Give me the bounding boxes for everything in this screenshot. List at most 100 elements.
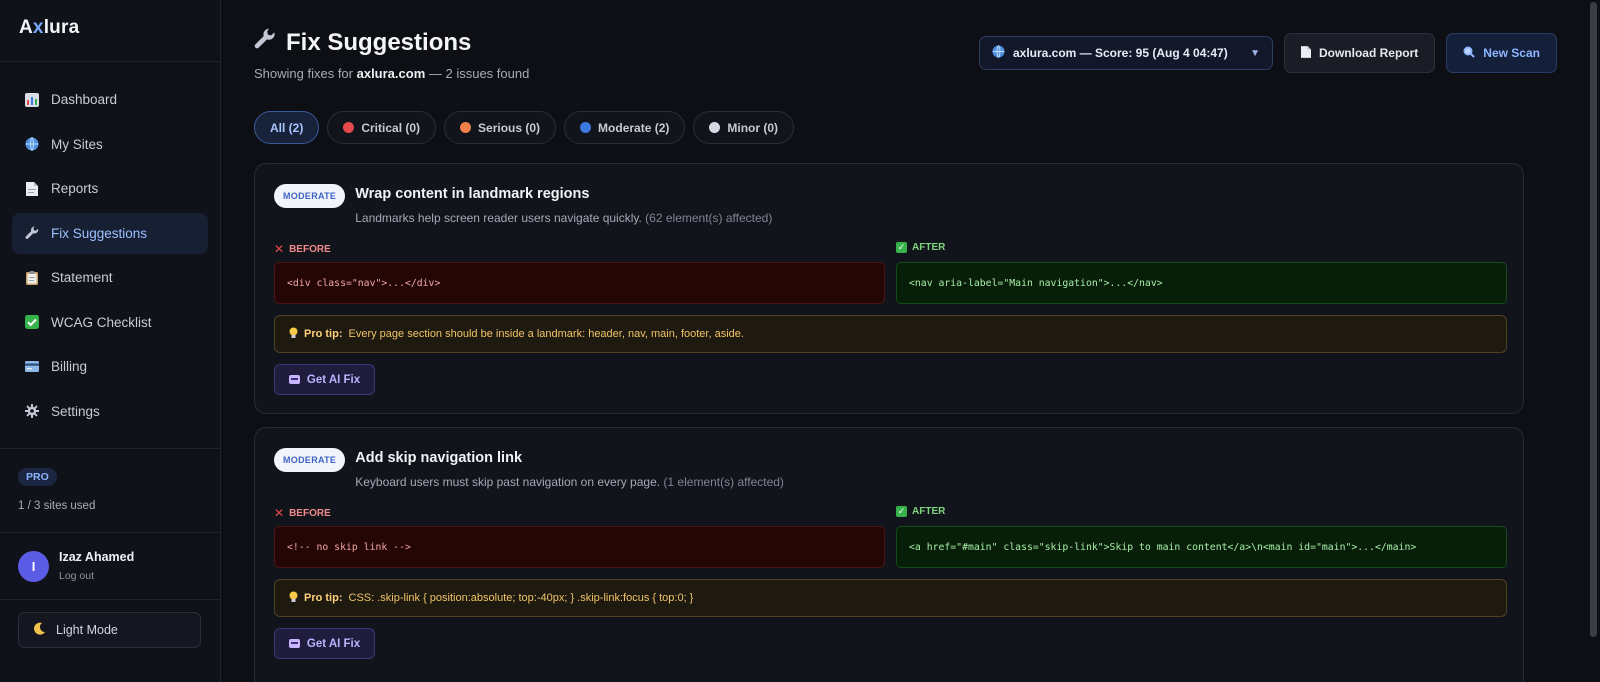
filter-all[interactable]: All (2) <box>254 111 320 144</box>
chart-icon <box>24 92 40 108</box>
sidebar-item-wcag-checklist[interactable]: WCAG Checklist <box>12 302 208 343</box>
issue-text: Add skip navigation link Keyboard users … <box>355 448 784 489</box>
sidebar-item-label: Billing <box>51 359 88 374</box>
sidebar-item-statement[interactable]: Statement <box>12 257 208 298</box>
brand-suffix: lura <box>43 17 80 38</box>
new-scan-button[interactable]: New Scan <box>1446 33 1557 73</box>
minor-dot-icon <box>709 122 721 133</box>
subtitle-site: axlura.com <box>356 66 426 81</box>
issue-description-text: Landmarks help screen reader users navig… <box>355 211 642 225</box>
after-label: ✓ AFTER <box>896 242 945 253</box>
filter-moderate[interactable]: Moderate (2) <box>564 111 686 144</box>
user-profile: I Izaz Ahamed Log out <box>0 532 220 600</box>
user-name: Izaz Ahamed <box>59 550 135 564</box>
moderate-dot-icon <box>580 122 592 133</box>
filter-minor[interactable]: Minor (0) <box>693 111 795 144</box>
sidebar-item-label: Fix Suggestions <box>51 225 148 241</box>
sidebar-item-settings[interactable]: Settings <box>12 391 208 432</box>
issue-header: MODERATE Wrap content in landmark region… <box>274 184 772 225</box>
plan-usage: 1 / 3 sites used <box>18 500 96 512</box>
brand-logo[interactable]: Axlura <box>0 0 220 62</box>
clipboard-icon <box>24 270 40 286</box>
sidebar-nav: Dashboard My Sites Reports Fix Suggestio… <box>0 62 220 435</box>
cross-icon: ✕ <box>274 242 285 256</box>
filter-label: Moderate (2) <box>598 120 670 135</box>
sidebar-item-fix-suggestions[interactable]: Fix Suggestions <box>12 212 208 254</box>
filter-label: Serious (0) <box>478 120 541 135</box>
logout-link[interactable]: Log out <box>59 570 134 582</box>
filter-label: All (2) <box>270 120 304 135</box>
issue-description: Landmarks help screen reader users navig… <box>355 211 772 225</box>
after-label: ✓ AFTER <box>896 506 945 517</box>
avatar[interactable]: I <box>18 550 49 582</box>
critical-dot-icon <box>343 122 355 133</box>
sidebar-item-label: Settings <box>51 403 100 419</box>
sidebar-item-dashboard[interactable]: Dashboard <box>12 79 208 120</box>
issue-title: Add skip navigation link <box>355 450 523 466</box>
sidebar-item-label: Statement <box>51 270 113 285</box>
plan-badge: PRO <box>18 468 57 486</box>
card-icon <box>24 359 40 375</box>
site-select[interactable]: axlura.com — Score: 95 (Aug 4 04:47) ▼ <box>978 36 1273 70</box>
before-code: <!-- no skip link --> <box>274 526 885 568</box>
subtitle-prefix: Showing fixes for <box>254 66 357 81</box>
pro-tip-label: Pro tip: <box>304 592 343 604</box>
pro-tip: Pro tip: CSS: .skip-link { position:abso… <box>274 579 1507 617</box>
before-label: ✕ BEFORE <box>274 506 331 520</box>
get-ai-fix-label: Get AI Fix <box>306 373 361 386</box>
get-ai-fix-label: Get AI Fix <box>306 637 361 650</box>
page-title-text: Fix Suggestions <box>286 28 472 56</box>
filter-critical[interactable]: Critical (0) <box>327 111 437 144</box>
robot-icon <box>288 639 300 648</box>
after-label-text: AFTER <box>912 242 946 253</box>
brand-prefix: A <box>19 17 33 38</box>
issue-title: Wrap content in landmark regions <box>355 186 590 202</box>
affected-count: (1 element(s) affected) <box>663 475 784 489</box>
sidebar-item-label: Reports <box>51 181 99 196</box>
before-label-text: BEFORE <box>289 507 331 519</box>
get-ai-fix-button[interactable]: Get AI Fix <box>274 364 375 395</box>
issue-text: Wrap content in landmark regions Landmar… <box>355 184 772 225</box>
app: Axlura Dashboard My Sites Reports Fix Su… <box>0 0 1600 682</box>
subtitle-suffix: — 2 issues found <box>425 66 530 81</box>
sidebar-item-label: WCAG Checklist <box>51 314 152 330</box>
filter-label: Minor (0) <box>727 120 779 135</box>
theme-toggle-button[interactable]: Light Mode <box>18 612 201 648</box>
main-content: Fix Suggestions Showing fixes for axlura… <box>221 0 1600 682</box>
sidebar: Axlura Dashboard My Sites Reports Fix Su… <box>0 0 221 682</box>
sidebar-item-my-sites[interactable]: My Sites <box>12 124 208 165</box>
user-info: Izaz Ahamed Log out <box>59 550 134 582</box>
scrollbar-thumb[interactable] <box>1590 2 1597 637</box>
issue-description-text: Keyboard users must skip past navigation… <box>355 475 661 489</box>
before-code: <div class="nav">...</div> <box>274 262 885 304</box>
page-header: Fix Suggestions Showing fixes for axlura… <box>254 28 529 82</box>
issue-card: MODERATE Wrap content in landmark region… <box>254 163 1524 414</box>
globe-icon <box>24 136 40 152</box>
scrollbar[interactable] <box>1588 0 1600 682</box>
sidebar-item-billing[interactable]: Billing <box>12 346 208 387</box>
moon-icon <box>33 622 46 638</box>
lightbulb-icon <box>289 327 298 342</box>
globe-icon <box>992 45 1005 61</box>
download-report-label: Download Report <box>1318 46 1419 60</box>
after-code: <a href="#main" class="skip-link">Skip t… <box>896 526 1507 568</box>
download-report-button[interactable]: Download Report <box>1283 33 1436 73</box>
sidebar-item-label: My Sites <box>51 136 103 152</box>
filter-serious[interactable]: Serious (0) <box>444 111 557 144</box>
pro-tip-text: CSS: .skip-link { position:absolute; top… <box>348 592 694 604</box>
lightbulb-icon <box>289 591 298 606</box>
pro-tip: Pro tip: Every page section should be in… <box>274 315 1507 353</box>
before-label: ✕ BEFORE <box>274 242 331 256</box>
severity-filters: All (2) Critical (0) Serious (0) Moderat… <box>254 111 795 144</box>
get-ai-fix-button[interactable]: Get AI Fix <box>274 628 375 659</box>
filter-label: Critical (0) <box>361 120 421 135</box>
page-subtitle: Showing fixes for axlura.com — 2 issues … <box>254 66 529 81</box>
site-select-value: axlura.com — Score: 95 (Aug 4 04:47) <box>1012 46 1228 60</box>
pro-tip-text: Every page section should be inside a la… <box>348 328 744 340</box>
page-title: Fix Suggestions <box>254 28 529 57</box>
wrench-icon <box>24 225 40 241</box>
sidebar-item-reports[interactable]: Reports <box>12 168 208 209</box>
robot-icon <box>288 375 300 384</box>
checkbox-icon <box>24 314 40 330</box>
check-icon: ✓ <box>896 506 907 517</box>
